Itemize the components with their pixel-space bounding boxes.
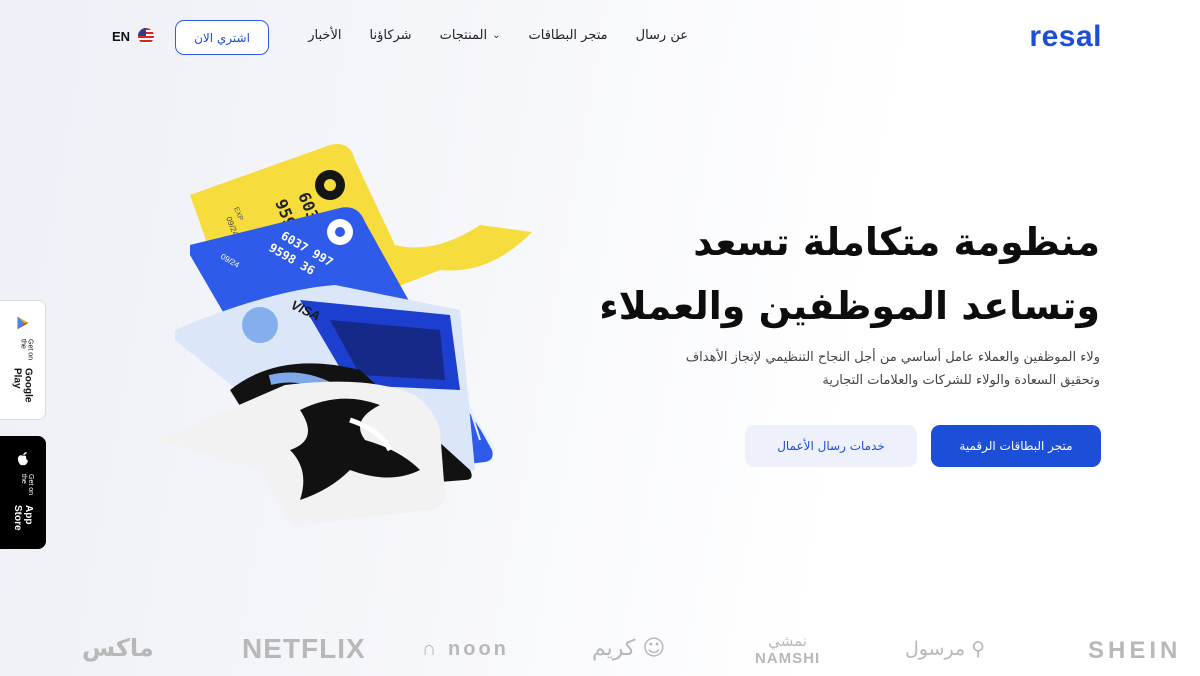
app-store-small: Get on the bbox=[20, 474, 34, 496]
mrsool-logo-icon: ⚲ bbox=[971, 638, 986, 660]
cards-illustration: 603 959 EXP 09/24 6037 997 9598 36 09/24… bbox=[150, 140, 550, 540]
nav-partners[interactable]: شركاؤنا bbox=[370, 28, 412, 43]
google-play-small: Get on the bbox=[19, 338, 34, 360]
nav-card-store-label: متجر البطاقات bbox=[528, 28, 608, 43]
resal-business-services-button[interactable]: خدمات رسال الأعمال bbox=[745, 425, 917, 467]
hero-description: ولاء الموظفين والعملاء عامل أساسي من أجل… bbox=[580, 346, 1100, 392]
brand-maxs: ماكس bbox=[82, 634, 154, 662]
language-label: EN bbox=[112, 28, 131, 44]
brand-careem: كريم ☺ bbox=[592, 636, 665, 661]
hero-description-line2: وتحقيق السعادة والولاء للشركات والعلامات… bbox=[822, 373, 1100, 388]
google-play-icon bbox=[16, 316, 29, 330]
us-flag-icon bbox=[138, 28, 155, 44]
google-play-big: Google Play bbox=[11, 368, 34, 403]
google-play-badge[interactable]: Get on the Google Play bbox=[0, 300, 46, 420]
nav-products[interactable]: المنتجات ⌄ bbox=[440, 28, 501, 43]
nav-about[interactable]: عن رسال bbox=[636, 28, 688, 43]
white-abstract-card bbox=[158, 381, 445, 525]
brand-namshi-en: NAMSHI bbox=[755, 650, 821, 667]
app-store-badge[interactable]: Get on the App Store bbox=[0, 436, 46, 549]
brand-mrsool: مرسول ⚲ bbox=[905, 638, 985, 660]
brand-namshi: نمشي NAMSHI bbox=[755, 632, 820, 667]
noon-logo-icon: ∩ bbox=[422, 638, 440, 660]
nav-about-label: عن رسال bbox=[635, 28, 688, 43]
hero-title-line2: وتساعد الموظفين والعملاء bbox=[599, 284, 1100, 328]
brand-namshi-ar: نمشي bbox=[768, 632, 807, 650]
app-store-big: App Store bbox=[12, 505, 34, 531]
hero-title-line1: منظومة متكاملة تسعد bbox=[693, 220, 1100, 264]
nav-news-label: الأخبار bbox=[308, 28, 342, 43]
language-switcher[interactable]: EN bbox=[112, 28, 155, 44]
brand-careem-text: كريم bbox=[592, 636, 636, 661]
brand-partial-logo: ا bbox=[0, 634, 2, 659]
nav-news[interactable]: الأخبار bbox=[308, 28, 341, 43]
google-play-text: Get on the Google Play bbox=[12, 339, 34, 419]
hero-title: منظومة متكاملة تسعد وتساعد الموظفين والع… bbox=[580, 210, 1100, 338]
resal-logo[interactable]: resal bbox=[1029, 20, 1102, 54]
nav-products-label: المنتجات bbox=[439, 28, 488, 43]
brand-mrsool-text: مرسول bbox=[905, 638, 966, 660]
app-store-text: Get on the App Store bbox=[12, 474, 34, 549]
chevron-down-icon: ⌄ bbox=[492, 30, 501, 41]
buy-now-button[interactable]: اشتري الان bbox=[175, 20, 269, 55]
brand-shein: SHEIN bbox=[1088, 637, 1182, 664]
brand-netflix: NETFLIX bbox=[242, 633, 366, 664]
brand-noon: ∩ noon bbox=[422, 638, 509, 661]
apple-icon bbox=[17, 452, 28, 466]
nav-partners-label: شركاؤنا bbox=[369, 28, 412, 43]
brand-noon-text: noon bbox=[448, 638, 509, 660]
nav-card-store[interactable]: متجر البطاقات bbox=[529, 28, 608, 43]
cards-svg: 603 959 EXP 09/24 6037 997 9598 36 09/24… bbox=[158, 144, 532, 525]
site-header: resal عن رسال متجر البطاقات المنتجات ⌄ شر… bbox=[0, 0, 1200, 76]
hero-description-line1: ولاء الموظفين والعملاء عامل أساسي من أجل… bbox=[685, 350, 1100, 365]
careem-smile-icon: ☺ bbox=[642, 636, 666, 661]
digital-card-store-button[interactable]: متجر البطاقات الرقمية bbox=[931, 425, 1101, 467]
main-nav: عن رسال متجر البطاقات المنتجات ⌄ شركاؤنا … bbox=[308, 28, 688, 43]
